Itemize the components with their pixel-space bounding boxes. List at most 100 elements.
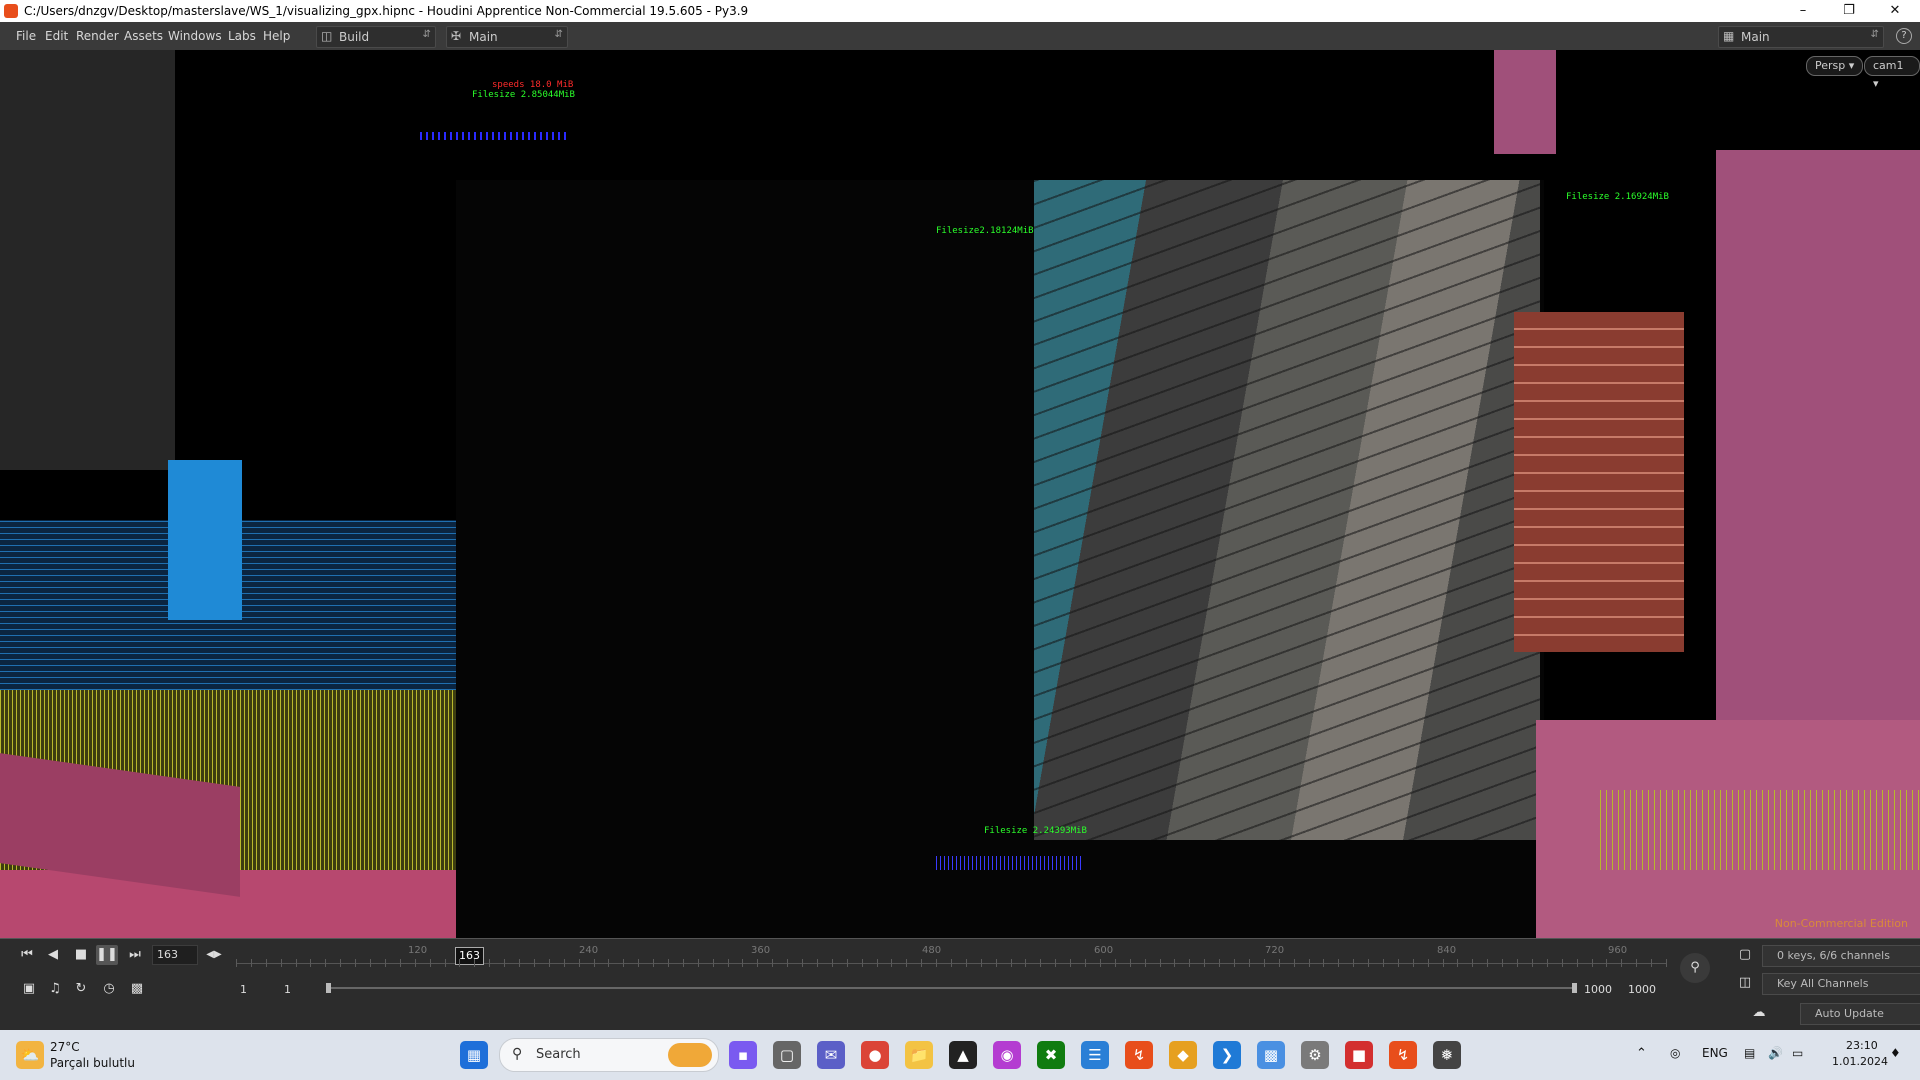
timeline-tick xyxy=(1412,959,1414,967)
timeline-tick xyxy=(1085,959,1087,967)
pause-button[interactable]: ❚❚ xyxy=(96,945,118,965)
task-view-icon[interactable]: ▢ xyxy=(773,1041,801,1069)
help-icon[interactable]: ? xyxy=(1896,28,1912,44)
non-commercial-watermark: Non-Commercial Edition xyxy=(1774,917,1908,930)
search-icon: ⚲ xyxy=(512,1046,523,1062)
microphone-icon[interactable]: ◎ xyxy=(1670,1046,1680,1060)
menu-render[interactable]: Render xyxy=(76,29,119,43)
step-back-button[interactable]: ◀ xyxy=(42,945,64,965)
taskbar-search[interactable]: ⚲ Search xyxy=(499,1038,719,1072)
range-start-field-2[interactable]: 1 xyxy=(280,981,320,999)
menu-assets[interactable]: Assets xyxy=(124,29,163,43)
minimize-button[interactable]: – xyxy=(1780,0,1826,22)
step-frame-buttons[interactable]: ◀▶ xyxy=(200,945,228,965)
realtime-toggle-icon[interactable]: ▣ xyxy=(18,979,40,999)
timeline-tick xyxy=(876,959,878,967)
volume-icon[interactable]: 🔊 xyxy=(1768,1046,1783,1060)
teams-chat-icon[interactable]: ✉ xyxy=(817,1041,845,1069)
windows-start-icon[interactable]: ▦ xyxy=(460,1041,488,1069)
range-end-field[interactable]: 1000 xyxy=(1580,981,1620,999)
clock-icon[interactable]: ◷ xyxy=(98,979,120,999)
notification-bell-icon[interactable]: ♦ xyxy=(1890,1046,1901,1060)
scope-key-icon[interactable]: ⚲ xyxy=(1680,953,1710,983)
instagram-icon[interactable]: ◉ xyxy=(993,1041,1021,1069)
desktop-build-select[interactable]: ◫ Build ⇵ xyxy=(316,26,436,48)
persp-camera-button[interactable]: Persp ▾ xyxy=(1806,56,1864,76)
timeline-tick xyxy=(608,959,610,967)
language-indicator[interactable]: ENG xyxy=(1702,1046,1728,1060)
jump-end-button[interactable]: ⏭ xyxy=(124,945,146,965)
chevron-up-icon[interactable]: ⌃ xyxy=(1636,1046,1647,1061)
houdini-fx-icon[interactable]: ❅ xyxy=(1433,1041,1461,1069)
overlay-filesize-label: Filesize 2.16924MiB xyxy=(1566,192,1669,202)
battery-icon[interactable]: ▭ xyxy=(1792,1046,1803,1060)
notepad-icon[interactable]: ☰ xyxy=(1081,1041,1109,1069)
range-start-field[interactable]: 1 xyxy=(236,981,276,999)
close-button[interactable]: ✕ xyxy=(1872,0,1918,22)
system-monitor-icon[interactable]: ▩ xyxy=(1257,1041,1285,1069)
layout-icon: ◫ xyxy=(321,29,333,43)
range-end-handle[interactable] xyxy=(1572,983,1577,993)
menu-windows[interactable]: Windows xyxy=(168,29,222,43)
menu-edit[interactable]: Edit xyxy=(45,29,68,43)
timeline-tick xyxy=(936,959,938,967)
timeline-tick xyxy=(1189,959,1191,967)
frame-range-slider[interactable] xyxy=(326,987,1576,989)
weather-temperature: 27°C xyxy=(50,1040,80,1054)
restore-button[interactable]: ❐ xyxy=(1826,0,1872,22)
scene-viewport[interactable]: speeds 18.0 MiB Filesize 2.85044MiB File… xyxy=(0,50,1920,938)
range-start-handle[interactable] xyxy=(326,983,331,993)
weather-icon[interactable]: ⛅ xyxy=(16,1041,44,1069)
background-panel xyxy=(0,50,175,470)
menu-labs[interactable]: Labs xyxy=(228,29,256,43)
timeline-tick xyxy=(1144,959,1146,967)
stop-button[interactable]: ■ xyxy=(70,945,92,965)
keys-channels-dropdown[interactable]: 0 keys, 6/6 channels xyxy=(1762,945,1920,967)
houdini-running-icon[interactable]: ↯ xyxy=(1389,1041,1417,1069)
tick-label: 360 xyxy=(751,945,771,956)
clock-date[interactable]: 1.01.2024 xyxy=(1832,1055,1888,1068)
loop-icon[interactable]: ↻ xyxy=(70,979,92,999)
timeline-tick xyxy=(1606,959,1608,967)
yellow-mesh-right xyxy=(1600,790,1920,870)
timeline-tick xyxy=(1651,959,1653,967)
desktop-right-select[interactable]: ▦ Main ⇵ xyxy=(1718,26,1884,48)
widgets-icon[interactable]: ▪ xyxy=(729,1041,757,1069)
timeline[interactable]: 120 240 360 480 600 720 840 960 163 xyxy=(236,945,1667,975)
xbox-icon[interactable]: ✖ xyxy=(1037,1041,1065,1069)
channels-icon[interactable]: ▢ xyxy=(1734,945,1756,965)
cam1-camera-button[interactable]: cam1 ▾ xyxy=(1864,56,1920,90)
settings-gear-icon[interactable]: ⚙ xyxy=(1301,1041,1329,1069)
timeline-tick xyxy=(295,959,297,967)
houdini-launcher-icon[interactable]: ↯ xyxy=(1125,1041,1153,1069)
timeline-tick xyxy=(325,959,327,967)
overlay-filesize-label: Filesize 2.85044MiB xyxy=(472,90,575,100)
playbar: ⏮ ◀ ■ ❚❚ ⏭ 163 ◀▶ 120 240 360 480 600 72… xyxy=(0,938,1920,1031)
vscode-icon[interactable]: ❯ xyxy=(1213,1041,1241,1069)
range-end-field-2[interactable]: 1000 xyxy=(1624,981,1664,999)
sourcetree-icon[interactable]: ◆ xyxy=(1169,1041,1197,1069)
adobe-reader-icon[interactable]: ■ xyxy=(1345,1041,1373,1069)
timeline-tick xyxy=(429,959,431,967)
jump-start-button[interactable]: ⏮ xyxy=(16,945,38,965)
menu-help[interactable]: Help xyxy=(263,29,290,43)
timeline-tick xyxy=(1397,959,1399,967)
audio-icon[interactable]: ♫ xyxy=(44,979,66,999)
network-icon[interactable]: ▤ xyxy=(1744,1046,1755,1060)
menu-file[interactable]: File xyxy=(16,29,36,43)
clock-time[interactable]: 23:10 xyxy=(1846,1039,1878,1052)
frames-icon[interactable]: ▩ xyxy=(126,979,148,999)
desktop-main-select[interactable]: ✠ Main ⇵ xyxy=(446,26,568,48)
auto-update-dropdown[interactable]: Auto Update xyxy=(1800,1003,1920,1025)
tick-label: 120 xyxy=(408,945,428,956)
timeline-tick xyxy=(623,959,625,967)
key-all-channels-button[interactable]: Key All Channels xyxy=(1762,973,1920,995)
current-frame-field[interactable]: 163 xyxy=(152,945,198,965)
timeline-tick xyxy=(1129,959,1131,967)
key-icon[interactable]: ◫ xyxy=(1734,973,1756,993)
timeline-tick xyxy=(1487,959,1489,967)
timeline-tick xyxy=(1040,959,1042,967)
rhino-icon[interactable]: ▲ xyxy=(949,1041,977,1069)
chrome-icon[interactable]: ● xyxy=(861,1041,889,1069)
file-explorer-icon[interactable]: 📁 xyxy=(905,1041,933,1069)
